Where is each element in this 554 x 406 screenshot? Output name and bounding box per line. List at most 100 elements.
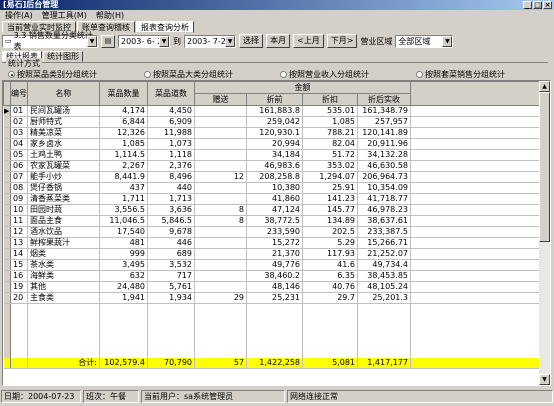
table-row[interactable]: 06 农家瓦罐菜 2,267 2,376 46,983.6 353.02 46,630.58 xyxy=(3,160,540,172)
cell-code: 06 xyxy=(10,160,28,172)
total-gift: 57 xyxy=(194,357,247,370)
cell-count: 1,073 xyxy=(147,138,195,150)
table-row[interactable]: 13 鲜榨果蔬汁 481 446 15,272 5.29 15,266.71 xyxy=(3,237,540,249)
row-indicator xyxy=(3,204,11,216)
radio-label: 按照菜品类别分组统计 xyxy=(17,70,97,79)
cell-rebate: 51.72 xyxy=(302,149,358,161)
area-select-value: 全部区域 xyxy=(398,36,431,46)
vertical-scrollbar[interactable]: ▲ ▼ xyxy=(539,81,550,385)
this-month-button[interactable]: 本月 xyxy=(266,34,290,48)
table-row[interactable]: 03 精美凉菜 12,326 11,988 120,930.1 788.21 120,141… xyxy=(3,127,540,139)
scroll-thumb[interactable] xyxy=(539,92,550,242)
row-indicator xyxy=(3,270,11,282)
cell-gift xyxy=(194,237,247,249)
cell-after: 120,141.89 xyxy=(357,127,411,139)
menu-help[interactable]: 帮助(H) xyxy=(93,10,130,21)
cell-name: 农家瓦罐菜 xyxy=(27,160,100,172)
cell-name: 烟类 xyxy=(27,248,100,260)
col-header-count[interactable]: 菜品道数 xyxy=(147,81,195,106)
cell-count: 6,909 xyxy=(147,116,195,128)
table-row[interactable]: 12 酒水饮品 17,540 9,678 233,590 202.5 233,387.5 xyxy=(3,226,540,238)
print-icon[interactable]: ▤ xyxy=(101,34,115,48)
empty-cell xyxy=(27,336,100,347)
table-row[interactable]: 19 其他 24,480 5,761 48,146 40.76 48,105.24 xyxy=(3,281,540,293)
empty-cell xyxy=(357,325,411,337)
table-row[interactable]: 09 清香蒸菜类 1,711 1,713 41,860 141.23 41,718.77 xyxy=(3,193,540,205)
table-row[interactable]: 08 煲仔香锅 437 440 10,380 25.91 10,354.09 xyxy=(3,182,540,194)
table-row[interactable]: 16 海鲜类 632 717 38,460.2 6.35 38,453.85 xyxy=(3,270,540,282)
table-row[interactable]: 04 家乡卤水 1,085 1,073 20,994 82.04 20,911.96 xyxy=(3,138,540,150)
table-row[interactable]: 02 厨师特式 6,844 6,909 259,042 1,085 257,957 xyxy=(3,116,540,128)
scroll-down-icon[interactable]: ▼ xyxy=(539,374,550,385)
cell-name: 家乡卤水 xyxy=(27,138,100,150)
area-select[interactable]: 全部区域 ▼ xyxy=(395,34,454,48)
empty-cell xyxy=(99,336,148,347)
empty-cell xyxy=(302,336,358,347)
table-row[interactable]: 10 田园时蔬 3,556.5 3,636 8 47,124 145.77 46,978.23 xyxy=(3,204,540,216)
menu-tools[interactable]: 管理工具(M) xyxy=(39,10,93,21)
cell-gift xyxy=(194,281,247,293)
next-month-button[interactable]: 下月> xyxy=(326,34,358,48)
empty-cell xyxy=(3,314,11,326)
cell-code: 04 xyxy=(10,138,28,150)
select-button[interactable]: 选择 xyxy=(239,34,263,48)
row-indicator xyxy=(3,215,11,227)
col-header-discount[interactable]: 折前 xyxy=(246,93,303,106)
maximize-icon[interactable]: □ xyxy=(533,1,542,9)
table-row[interactable]: ▶ 01 民间瓦罐汤 4,174 4,450 161,883.8 535.01 161,348… xyxy=(3,105,540,117)
table-row[interactable]: 05 土鸡土鸭 1,114.5 1,118 34,184 51.72 34,132.28 xyxy=(3,149,540,161)
cell-rebate: 6.35 xyxy=(302,270,358,282)
cell-count: 446 xyxy=(147,237,195,249)
table-row[interactable]: 15 茶水类 3,495 3,532 49,776 41.6 49,734.4 xyxy=(3,259,540,271)
date-to-picker[interactable]: 2003- 7-27 ▼ xyxy=(184,34,236,48)
cell-filler xyxy=(410,138,540,150)
cell-count: 4,450 xyxy=(147,105,195,117)
doc-icon: ▭ xyxy=(5,37,12,45)
col-header-after[interactable]: 折后实收 xyxy=(357,93,411,106)
cell-code: 05 xyxy=(10,149,28,161)
empty-row xyxy=(3,346,540,358)
report-select[interactable]: ▭ 3.3 销售数量分类统计表 ▼ xyxy=(2,31,98,51)
table-row[interactable]: 14 烟类 999 689 21,370 117.93 21,252.07 xyxy=(3,248,540,260)
scroll-up-icon[interactable]: ▲ xyxy=(539,81,550,92)
menu-operate[interactable]: 操作(A) xyxy=(2,10,39,21)
cell-discount: 233,590 xyxy=(246,226,303,238)
cell-discount: 161,883.8 xyxy=(246,105,303,117)
col-header-rebate[interactable]: 折扣 xyxy=(302,93,358,106)
cell-name: 鲜榨果蔬汁 xyxy=(27,237,100,249)
table-row[interactable]: 20 主食类 1,941 1,934 29 25,231 29.7 25,201.3 xyxy=(3,292,540,304)
cell-code: 12 xyxy=(10,226,28,238)
report-grid: 编号 名称 菜品数量 菜品道数 金额 赠送 折前 折扣 折后实收 ▶ 01 民间瓦罐… xyxy=(2,80,551,386)
cell-name: 主食类 xyxy=(27,292,100,304)
cell-qty: 4,174 xyxy=(99,105,148,117)
cell-code: 10 xyxy=(10,204,28,216)
prev-month-button[interactable]: <上月 xyxy=(293,34,324,48)
date-from-picker[interactable]: 2003- 6- 2 ▼ xyxy=(118,34,170,48)
close-icon[interactable]: × xyxy=(543,1,552,9)
col-header-name[interactable]: 名称 xyxy=(27,81,100,106)
radio-by-major-class[interactable]: 按照菜品大类分组统计 xyxy=(144,69,233,80)
total-rebate: 5,081 xyxy=(302,357,358,370)
radio-by-revenue[interactable]: 按照营业收入分组统计 xyxy=(280,69,369,80)
table-row[interactable]: 07 能手小炒 8,441.9 8,496 12 208,258.8 1,294.07 206… xyxy=(3,171,540,183)
col-header-gift[interactable]: 赠送 xyxy=(194,93,247,106)
col-header-qty[interactable]: 菜品数量 xyxy=(99,81,148,106)
cell-rebate: 141.23 xyxy=(302,193,358,205)
radio-by-set-meal[interactable]: 按照套菜销售分组统计 xyxy=(416,69,505,80)
cell-after: 41,718.77 xyxy=(357,193,411,205)
col-header-code[interactable]: 编号 xyxy=(10,81,28,106)
radio-by-category[interactable]: 按照菜品类别分组统计 xyxy=(8,69,97,80)
radio-label: 按照营业收入分组统计 xyxy=(289,70,369,79)
minimize-icon[interactable]: _ xyxy=(523,1,532,9)
cell-rebate: 5.29 xyxy=(302,237,358,249)
total-filler xyxy=(410,357,540,370)
col-header-filler xyxy=(410,81,540,106)
tab-stat-chart[interactable]: 统计图形 xyxy=(43,51,83,62)
cell-count: 689 xyxy=(147,248,195,260)
empty-cell xyxy=(194,336,247,347)
cell-count: 11,988 xyxy=(147,127,195,139)
row-indicator xyxy=(3,171,11,183)
tab-report-analysis[interactable]: 报表查询分析 xyxy=(136,21,194,33)
cell-code: 01 xyxy=(10,105,28,117)
table-row[interactable]: 11 面品主食 11,046.5 5,846.5 8 38,772.5 134.89 38,6… xyxy=(3,215,540,227)
